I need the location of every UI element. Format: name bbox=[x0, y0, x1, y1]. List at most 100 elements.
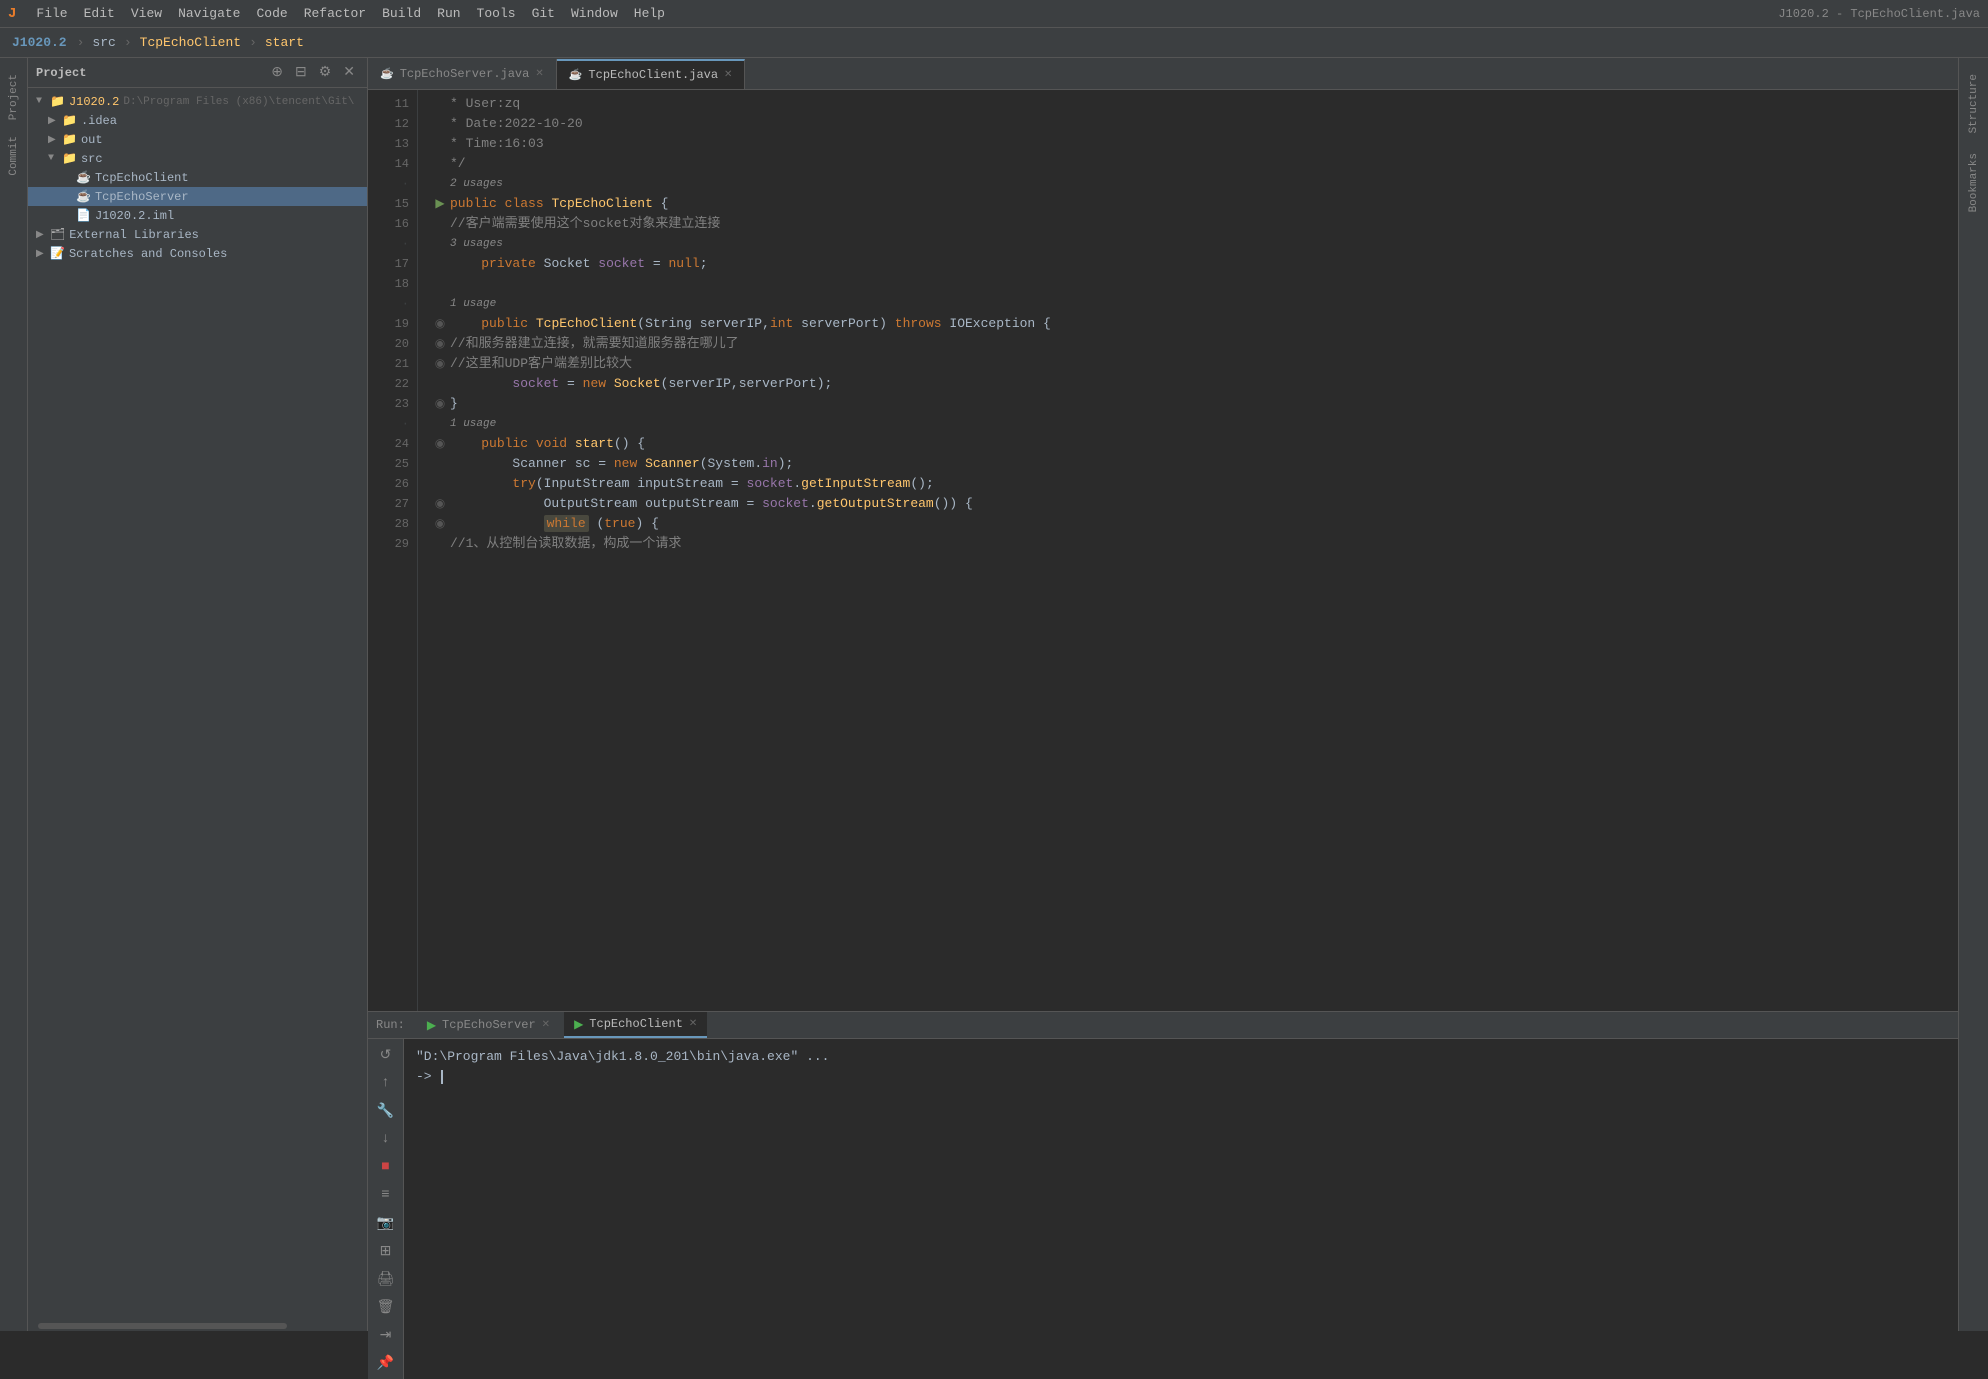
breadcrumb-method[interactable]: start bbox=[265, 35, 304, 50]
code-meta-usages-2: 3 usages bbox=[430, 234, 1946, 254]
tcp-client-label: TcpEchoClient bbox=[95, 171, 189, 185]
menu-refactor[interactable]: Refactor bbox=[296, 0, 374, 27]
right-strip: Structure Bookmarks bbox=[1958, 58, 1988, 1331]
editor-area: ☕ TcpEchoServer.java ✕ ☕ TcpEchoClient.j… bbox=[368, 58, 1958, 1011]
panel-header: Project ⊕ ⊟ ⚙ ✕ bbox=[28, 58, 367, 88]
code-content[interactable]: * User:zq * Date:2022-10-20 * Time:16:03 bbox=[418, 90, 1958, 1011]
camera-btn[interactable]: 📷 bbox=[374, 1211, 398, 1235]
pin-btn[interactable]: 📌 bbox=[374, 1351, 398, 1375]
rerun-btn[interactable]: ↺ bbox=[374, 1043, 398, 1067]
breadcrumb-class[interactable]: TcpEchoClient bbox=[140, 35, 241, 50]
code-line-25: Scanner sc = new Scanner(System.in); bbox=[430, 454, 1946, 474]
code-meta-usages-1: 2 usages bbox=[430, 174, 1946, 194]
project-icon: J1020.2 bbox=[12, 35, 67, 50]
run-panel: Run: ▶ TcpEchoServer ✕ ▶ TcpEchoClient ✕… bbox=[368, 1011, 1958, 1331]
trash-btn[interactable]: 🗑 bbox=[374, 1295, 398, 1319]
code-line-15: ▶ public class TcpEchoClient { bbox=[430, 194, 1946, 214]
run-client-close[interactable]: ✕ bbox=[689, 1018, 697, 1030]
scroll-up-btn[interactable]: ↑ bbox=[374, 1071, 398, 1095]
run-toolbar: ↺ ↑ 🔧 ↓ ■ ≡ 📷 ⊞ 🖨 🗑 ⇥ 📌 bbox=[368, 1039, 404, 1379]
tree-iml[interactable]: 📄 J1020.2.iml bbox=[28, 206, 367, 225]
run-tab-bar: Run: ▶ TcpEchoServer ✕ ▶ TcpEchoClient ✕ bbox=[368, 1012, 1958, 1039]
run-tab-server[interactable]: ▶ TcpEchoServer ✕ bbox=[417, 1012, 560, 1038]
far-left-strip: Project Commit bbox=[0, 58, 28, 1331]
split-btn[interactable]: ⊞ bbox=[374, 1239, 398, 1263]
tree-tcp-server[interactable]: ☕ TcpEchoServer bbox=[28, 187, 367, 206]
tree-tcp-client[interactable]: ☕ TcpEchoClient bbox=[28, 168, 367, 187]
tcp-server-label: TcpEchoServer bbox=[95, 190, 189, 204]
menu-window[interactable]: Window bbox=[563, 0, 626, 27]
bookmarks-tab[interactable]: Bookmarks bbox=[1962, 145, 1986, 220]
project-tab[interactable]: Project bbox=[4, 66, 24, 128]
code-meta-usages-4: 1 usage bbox=[430, 414, 1946, 434]
run-server-close[interactable]: ✕ bbox=[542, 1019, 550, 1031]
wrap-btn[interactable]: ⇥ bbox=[374, 1323, 398, 1347]
out-label: out bbox=[81, 133, 103, 147]
tab-client[interactable]: ☕ TcpEchoClient.java ✕ bbox=[557, 59, 746, 89]
app-logo: J bbox=[8, 6, 16, 22]
scroll-down-btn[interactable]: ↓ bbox=[374, 1127, 398, 1151]
run-tab-client[interactable]: ▶ TcpEchoClient ✕ bbox=[564, 1012, 707, 1038]
menu-build[interactable]: Build bbox=[374, 0, 429, 27]
tree-scratches[interactable]: ▶ 📝 Scratches and Consoles bbox=[28, 244, 367, 263]
root-path: D:\Program Files (x86)\tencent\Git\ bbox=[123, 96, 354, 108]
code-line-28: ◉ while (true) { bbox=[430, 514, 1946, 534]
code-line-23: ◉ } bbox=[430, 394, 1946, 414]
tab-bar: ☕ TcpEchoServer.java ✕ ☕ TcpEchoClient.j… bbox=[368, 58, 1958, 90]
tab-server[interactable]: ☕ TcpEchoServer.java ✕ bbox=[368, 59, 557, 89]
tree-src[interactable]: ▼ 📁 src bbox=[28, 149, 367, 168]
server-tab-close[interactable]: ✕ bbox=[535, 68, 543, 80]
menu-navigate[interactable]: Navigate bbox=[170, 0, 248, 27]
stop-btn[interactable]: ■ bbox=[374, 1155, 398, 1179]
client-tab-label: TcpEchoClient.java bbox=[588, 68, 718, 82]
settings-btn[interactable]: ⚙ bbox=[315, 62, 336, 83]
menu-help[interactable]: Help bbox=[626, 0, 673, 27]
menu-file[interactable]: File bbox=[28, 0, 75, 27]
tree-out[interactable]: ▶ 📁 out bbox=[28, 130, 367, 149]
settings-btn[interactable]: ≡ bbox=[374, 1183, 398, 1207]
run-content[interactable]: "D:\Program Files\Java\jdk1.8.0_201\bin\… bbox=[404, 1039, 1958, 1379]
code-line-17: private Socket socket = null; bbox=[430, 254, 1946, 274]
panel-toolbar: ⊕ ⊟ ⚙ ✕ bbox=[267, 62, 359, 83]
code-editor: 11 12 13 14 · 15 16 · 17 18 · 19 20 21 2… bbox=[368, 90, 1958, 1011]
add-content-root-btn[interactable]: ⊕ bbox=[267, 62, 287, 83]
menu-tools[interactable]: Tools bbox=[469, 0, 524, 27]
client-tab-close[interactable]: ✕ bbox=[724, 69, 732, 81]
menu-git[interactable]: Git bbox=[524, 0, 563, 27]
tree-ext-lib[interactable]: ▶ 🗂 External Libraries bbox=[28, 225, 367, 244]
code-line-18 bbox=[430, 274, 1946, 294]
run-client-label: TcpEchoClient bbox=[589, 1017, 683, 1031]
run-output-line-1: "D:\Program Files\Java\jdk1.8.0_201\bin\… bbox=[416, 1047, 1946, 1067]
close-panel-btn[interactable]: ✕ bbox=[339, 62, 359, 83]
panel-title: Project bbox=[36, 66, 267, 80]
menu-edit[interactable]: Edit bbox=[76, 0, 123, 27]
idea-label: .idea bbox=[81, 114, 117, 128]
breadcrumb-src[interactable]: src bbox=[92, 35, 115, 50]
project-tree: ▼ 📁 J1020.2 D:\Program Files (x86)\tence… bbox=[28, 88, 367, 1321]
menu-run[interactable]: Run bbox=[429, 0, 468, 27]
src-label: src bbox=[81, 152, 103, 166]
tree-root[interactable]: ▼ 📁 J1020.2 D:\Program Files (x86)\tence… bbox=[28, 92, 367, 111]
collapse-all-btn[interactable]: ⊟ bbox=[291, 62, 311, 83]
menu-bar: J File Edit View Navigate Code Refactor … bbox=[0, 0, 1988, 28]
print-btn[interactable]: 🖨 bbox=[374, 1267, 398, 1291]
scratches-label: Scratches and Consoles bbox=[69, 247, 227, 261]
code-line-26: try(InputStream inputStream = socket.get… bbox=[430, 474, 1946, 494]
code-line-12: * Date:2022-10-20 bbox=[430, 114, 1946, 134]
panel-scrollbar[interactable] bbox=[28, 1321, 367, 1331]
tools-btn[interactable]: 🔧 bbox=[374, 1099, 398, 1123]
run-output-line-2: -> bbox=[416, 1067, 1946, 1087]
menu-view[interactable]: View bbox=[123, 0, 170, 27]
line-numbers: 11 12 13 14 · 15 16 · 17 18 · 19 20 21 2… bbox=[368, 90, 418, 1011]
commit-tab[interactable]: Commit bbox=[4, 128, 24, 184]
tree-idea[interactable]: ▶ 📁 .idea bbox=[28, 111, 367, 130]
client-tab-icon: ☕ bbox=[569, 68, 583, 82]
menu-code[interactable]: Code bbox=[248, 0, 295, 27]
code-line-21: ◉ //这里和UDP客户端差别比较大 bbox=[430, 354, 1946, 374]
window-title: J1020.2 - TcpEchoClient.java bbox=[1778, 7, 1980, 21]
code-line-16: //客户端需要使用这个socket对象来建立连接 bbox=[430, 214, 1946, 234]
run-server-label: TcpEchoServer bbox=[442, 1018, 536, 1032]
structure-tab[interactable]: Structure bbox=[1962, 66, 1986, 141]
code-line-19: ◉ public TcpEchoClient(String serverIP,i… bbox=[430, 314, 1946, 334]
code-line-20: ◉ //和服务器建立连接，就需要知道服务器在哪儿了 bbox=[430, 334, 1946, 354]
